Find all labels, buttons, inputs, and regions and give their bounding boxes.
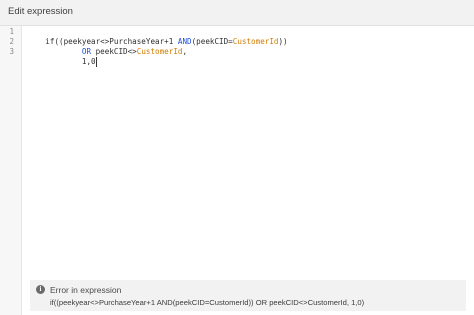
error-title: Error in expression xyxy=(50,285,122,295)
expression-editor[interactable]: 1 2 3 if((peekyear<>PurchaseYear+1 AND(p… xyxy=(0,26,474,315)
code-token-field: CustomerId xyxy=(136,47,183,56)
code-token: )) xyxy=(278,37,288,46)
code-token-field: CustomerId xyxy=(232,37,279,46)
code-token: , xyxy=(182,47,188,56)
code-token: (peekCID= xyxy=(191,37,233,46)
info-icon: i xyxy=(36,285,45,294)
line-number: 2 xyxy=(9,37,14,46)
dialog-title: Edit expression xyxy=(8,6,73,17)
line-number: 1 xyxy=(9,27,14,36)
line-number: 3 xyxy=(9,47,14,56)
code-token: 1,0 xyxy=(45,57,96,66)
error-message-panel: i Error in expression if((peekyear<>Purc… xyxy=(30,280,466,311)
text-cursor xyxy=(95,57,97,67)
error-detail: if((peekyear<>PurchaseYear+1 AND(peekCID… xyxy=(50,298,365,307)
line-number-gutter: 1 2 3 xyxy=(0,26,22,315)
code-token: peekCID<> xyxy=(91,47,137,56)
code-line[interactable]: 1,0 xyxy=(27,47,97,77)
dialog-header: Edit expression xyxy=(0,0,474,26)
